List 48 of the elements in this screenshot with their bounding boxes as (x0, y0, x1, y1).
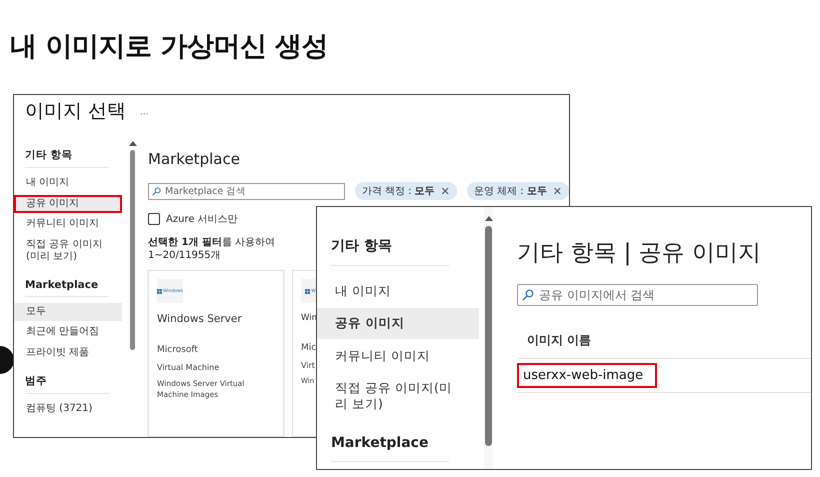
page-heading: 기타 항목 | 공유 이미지 (517, 239, 762, 268)
card-publisher: Mic (301, 343, 318, 353)
section-heading: 범주 (25, 374, 109, 394)
nav-item[interactable]: 공유 이미지 (317, 308, 479, 338)
search-icon (152, 186, 161, 196)
nav-item[interactable]: 컴퓨팅 (3721) (14, 400, 122, 418)
column-header: 이미지 이름 (517, 332, 811, 359)
result-summary: 선택한 1개 필터를 사용하여 1~20/11955개 (148, 236, 276, 262)
card-type: Virt (301, 361, 316, 370)
nav-item[interactable]: 직접 공유 이미지(미리 보기) (14, 236, 122, 266)
close-icon[interactable]: ✕ (440, 186, 450, 196)
search-placeholder: Marketplace 검색 (165, 184, 246, 198)
search-placeholder: 공유 이미지에서 검색 (539, 286, 655, 304)
table-cell[interactable]: userxx-web-image (517, 363, 658, 388)
search-field[interactable]: Marketplace 검색 (148, 182, 345, 200)
card-type: Virtual Machine (157, 363, 220, 372)
nav-item[interactable]: 공유 이미지 (14, 194, 122, 213)
search-icon (522, 289, 534, 301)
nav-item[interactable]: 프라이빗 제품 (14, 344, 122, 362)
scrollbar[interactable] (484, 207, 493, 469)
more-menu[interactable]: ··· (140, 110, 149, 120)
nav-item[interactable]: 내 이미지 (317, 276, 479, 306)
filter-label: 운영 체제 : 모두 (474, 185, 547, 198)
filter-chip[interactable]: 운영 체제 : 모두 ✕ (466, 182, 569, 200)
card-title: Windows Server (157, 313, 243, 325)
window-title: 이미지 선택 (25, 99, 126, 124)
filter-chip[interactable]: 가격 책정 : 모두 ✕ (354, 182, 457, 200)
section-heading: Marketplace (331, 435, 449, 462)
section-heading: 기타 항목 (25, 148, 109, 168)
nav-item[interactable]: 내 이미지 (14, 174, 122, 192)
card-title: Win (301, 313, 318, 323)
search-field[interactable]: 공유 이미지에서 검색 (517, 284, 758, 306)
close-icon[interactable]: ✕ (552, 186, 562, 196)
section-heading: 기타 항목 (331, 237, 449, 266)
scroll-up-icon[interactable] (484, 215, 492, 221)
section-heading: Marketplace (25, 278, 109, 296)
slide-title: 내 이미지로 가상머신 생성 (9, 30, 330, 64)
nav-item[interactable]: 커뮤니티 이미지 (14, 215, 122, 234)
page-heading: Marketplace (148, 150, 241, 168)
checkbox[interactable] (148, 213, 160, 225)
nav-item[interactable]: 모두 (14, 302, 122, 321)
nav-item[interactable]: 커뮤니티 이미지 (317, 340, 479, 371)
nav-item[interactable]: 최근에 만들어짐 (14, 323, 122, 342)
nav-item[interactable]: 직접 공유 이미지(미리 보기) (317, 372, 479, 420)
card-publisher: Microsoft (157, 345, 199, 355)
checkbox-label: Azure 서비스만 (166, 213, 238, 226)
filter-label: 가격 책정 : 모두 (362, 185, 435, 198)
scroll-up-icon[interactable] (128, 140, 136, 146)
